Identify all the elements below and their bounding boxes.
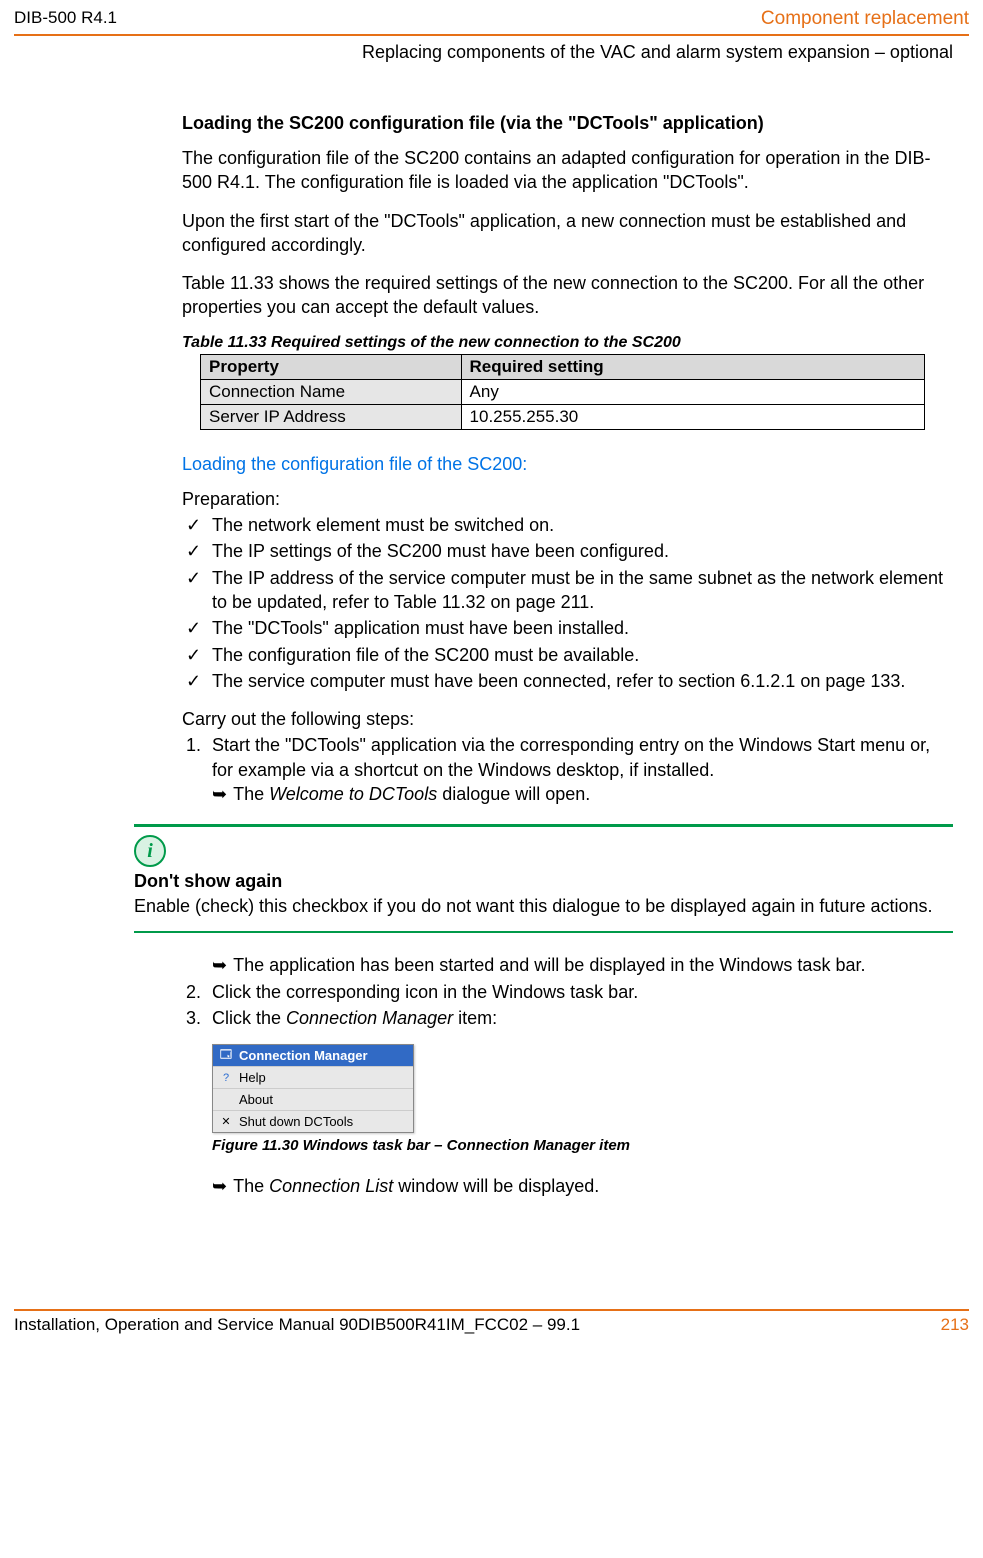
table-header-property: Property xyxy=(201,354,462,379)
text: Click the xyxy=(212,1008,286,1028)
page-header: DIB-500 R4.1 Component replacement xyxy=(0,0,983,34)
list-item: Click the Connection Manager item: xyxy=(206,1006,953,1030)
step-text: Start the "DCTools" application via the … xyxy=(212,735,930,779)
paragraph: Upon the first start of the "DCTools" ap… xyxy=(182,209,953,258)
list-item: Start the "DCTools" application via the … xyxy=(206,733,953,806)
page-footer: Installation, Operation and Service Manu… xyxy=(0,1309,983,1345)
result-line: ➥ The application has been started and w… xyxy=(182,953,953,977)
text-italic: Connection Manager xyxy=(286,1008,453,1028)
text: The application has been started and wil… xyxy=(233,953,865,977)
section-heading: Loading the SC200 configuration file (vi… xyxy=(182,113,953,134)
info-icon: i xyxy=(134,835,166,867)
preparation-label: Preparation: xyxy=(182,487,953,511)
table-cell: Server IP Address xyxy=(201,404,462,429)
header-left: DIB-500 R4.1 xyxy=(14,8,117,30)
note-title: Don't show again xyxy=(134,871,953,892)
table-cell: Any xyxy=(461,379,924,404)
note-bottom-bar xyxy=(134,931,953,933)
steps-list: Start the "DCTools" application via the … xyxy=(182,733,953,806)
menu-label: Shut down DCTools xyxy=(239,1114,353,1129)
info-note: i Don't show again Enable (check) this c… xyxy=(134,824,953,933)
blank-icon xyxy=(219,1093,233,1107)
note-top-bar xyxy=(134,824,953,827)
procedure-heading: Loading the configuration file of the SC… xyxy=(182,454,953,475)
footer-page-number: 213 xyxy=(941,1315,969,1335)
text: The xyxy=(233,784,269,804)
sub-header: Replacing components of the VAC and alar… xyxy=(0,36,983,63)
text: item: xyxy=(453,1008,497,1028)
text-italic: Welcome to DCTools xyxy=(269,784,437,804)
menu-item-shutdown[interactable]: ✕ Shut down DCTools xyxy=(213,1111,413,1132)
text: dialogue will open. xyxy=(437,784,590,804)
connection-manager-icon: 🗔 xyxy=(219,1049,233,1063)
list-item: Click the corresponding icon in the Wind… xyxy=(206,980,953,1004)
result-line-container: ➥ The application has been started and w… xyxy=(176,953,953,977)
paragraph: Table 11.33 shows the required settings … xyxy=(182,271,953,320)
header-right: Component replacement xyxy=(761,8,969,30)
list-item: The network element must be switched on. xyxy=(182,513,953,537)
list-item: The "DCTools" application must have been… xyxy=(182,616,953,640)
preparation-list: The network element must be switched on.… xyxy=(182,513,953,693)
steps-list-cont: ➥ The application has been started and w… xyxy=(182,953,953,1030)
figure: 🗔 Connection Manager ? Help About ✕ Shut… xyxy=(212,1044,953,1133)
text: The xyxy=(233,1176,269,1196)
result-line: ➥ The Connection List window will be dis… xyxy=(212,1174,953,1198)
help-icon: ? xyxy=(219,1071,233,1085)
list-item: The configuration file of the SC200 must… xyxy=(182,643,953,667)
carryout-label: Carry out the following steps: xyxy=(182,707,953,731)
note-body: Enable (check) this checkbox if you do n… xyxy=(134,896,953,917)
list-item: The IP address of the service computer m… xyxy=(182,566,953,615)
arrow-icon: ➥ xyxy=(212,782,227,806)
context-menu-mock: 🗔 Connection Manager ? Help About ✕ Shut… xyxy=(212,1044,414,1133)
menu-item-help[interactable]: ? Help xyxy=(213,1067,413,1089)
result-line: ➥ The Welcome to DCTools dialogue will o… xyxy=(212,782,953,806)
text-italic: Connection List xyxy=(269,1176,393,1196)
figure-caption: Figure 11.30 Windows task bar – Connecti… xyxy=(212,1137,953,1154)
menu-item-connection-manager[interactable]: 🗔 Connection Manager xyxy=(213,1045,413,1067)
menu-label: Connection Manager xyxy=(239,1048,368,1063)
table-cell: 10.255.255.30 xyxy=(461,404,924,429)
close-icon: ✕ xyxy=(219,1115,233,1129)
footer-divider xyxy=(14,1309,969,1311)
menu-label: About xyxy=(239,1092,273,1107)
settings-table: Property Required setting Connection Nam… xyxy=(200,354,925,430)
main-content: Loading the SC200 configuration file (vi… xyxy=(0,63,983,1219)
footer-left: Installation, Operation and Service Manu… xyxy=(14,1315,580,1335)
menu-label: Help xyxy=(239,1070,266,1085)
list-item: The IP settings of the SC200 must have b… xyxy=(182,539,953,563)
table-header-required: Required setting xyxy=(461,354,924,379)
arrow-icon: ➥ xyxy=(212,953,227,977)
paragraph: The configuration file of the SC200 cont… xyxy=(182,146,953,195)
text: window will be displayed. xyxy=(393,1176,599,1196)
table-cell: Connection Name xyxy=(201,379,462,404)
table-caption: Table 11.33 Required settings of the new… xyxy=(182,334,953,352)
menu-item-about[interactable]: About xyxy=(213,1089,413,1111)
arrow-icon: ➥ xyxy=(212,1174,227,1198)
list-item: The service computer must have been conn… xyxy=(182,669,953,693)
